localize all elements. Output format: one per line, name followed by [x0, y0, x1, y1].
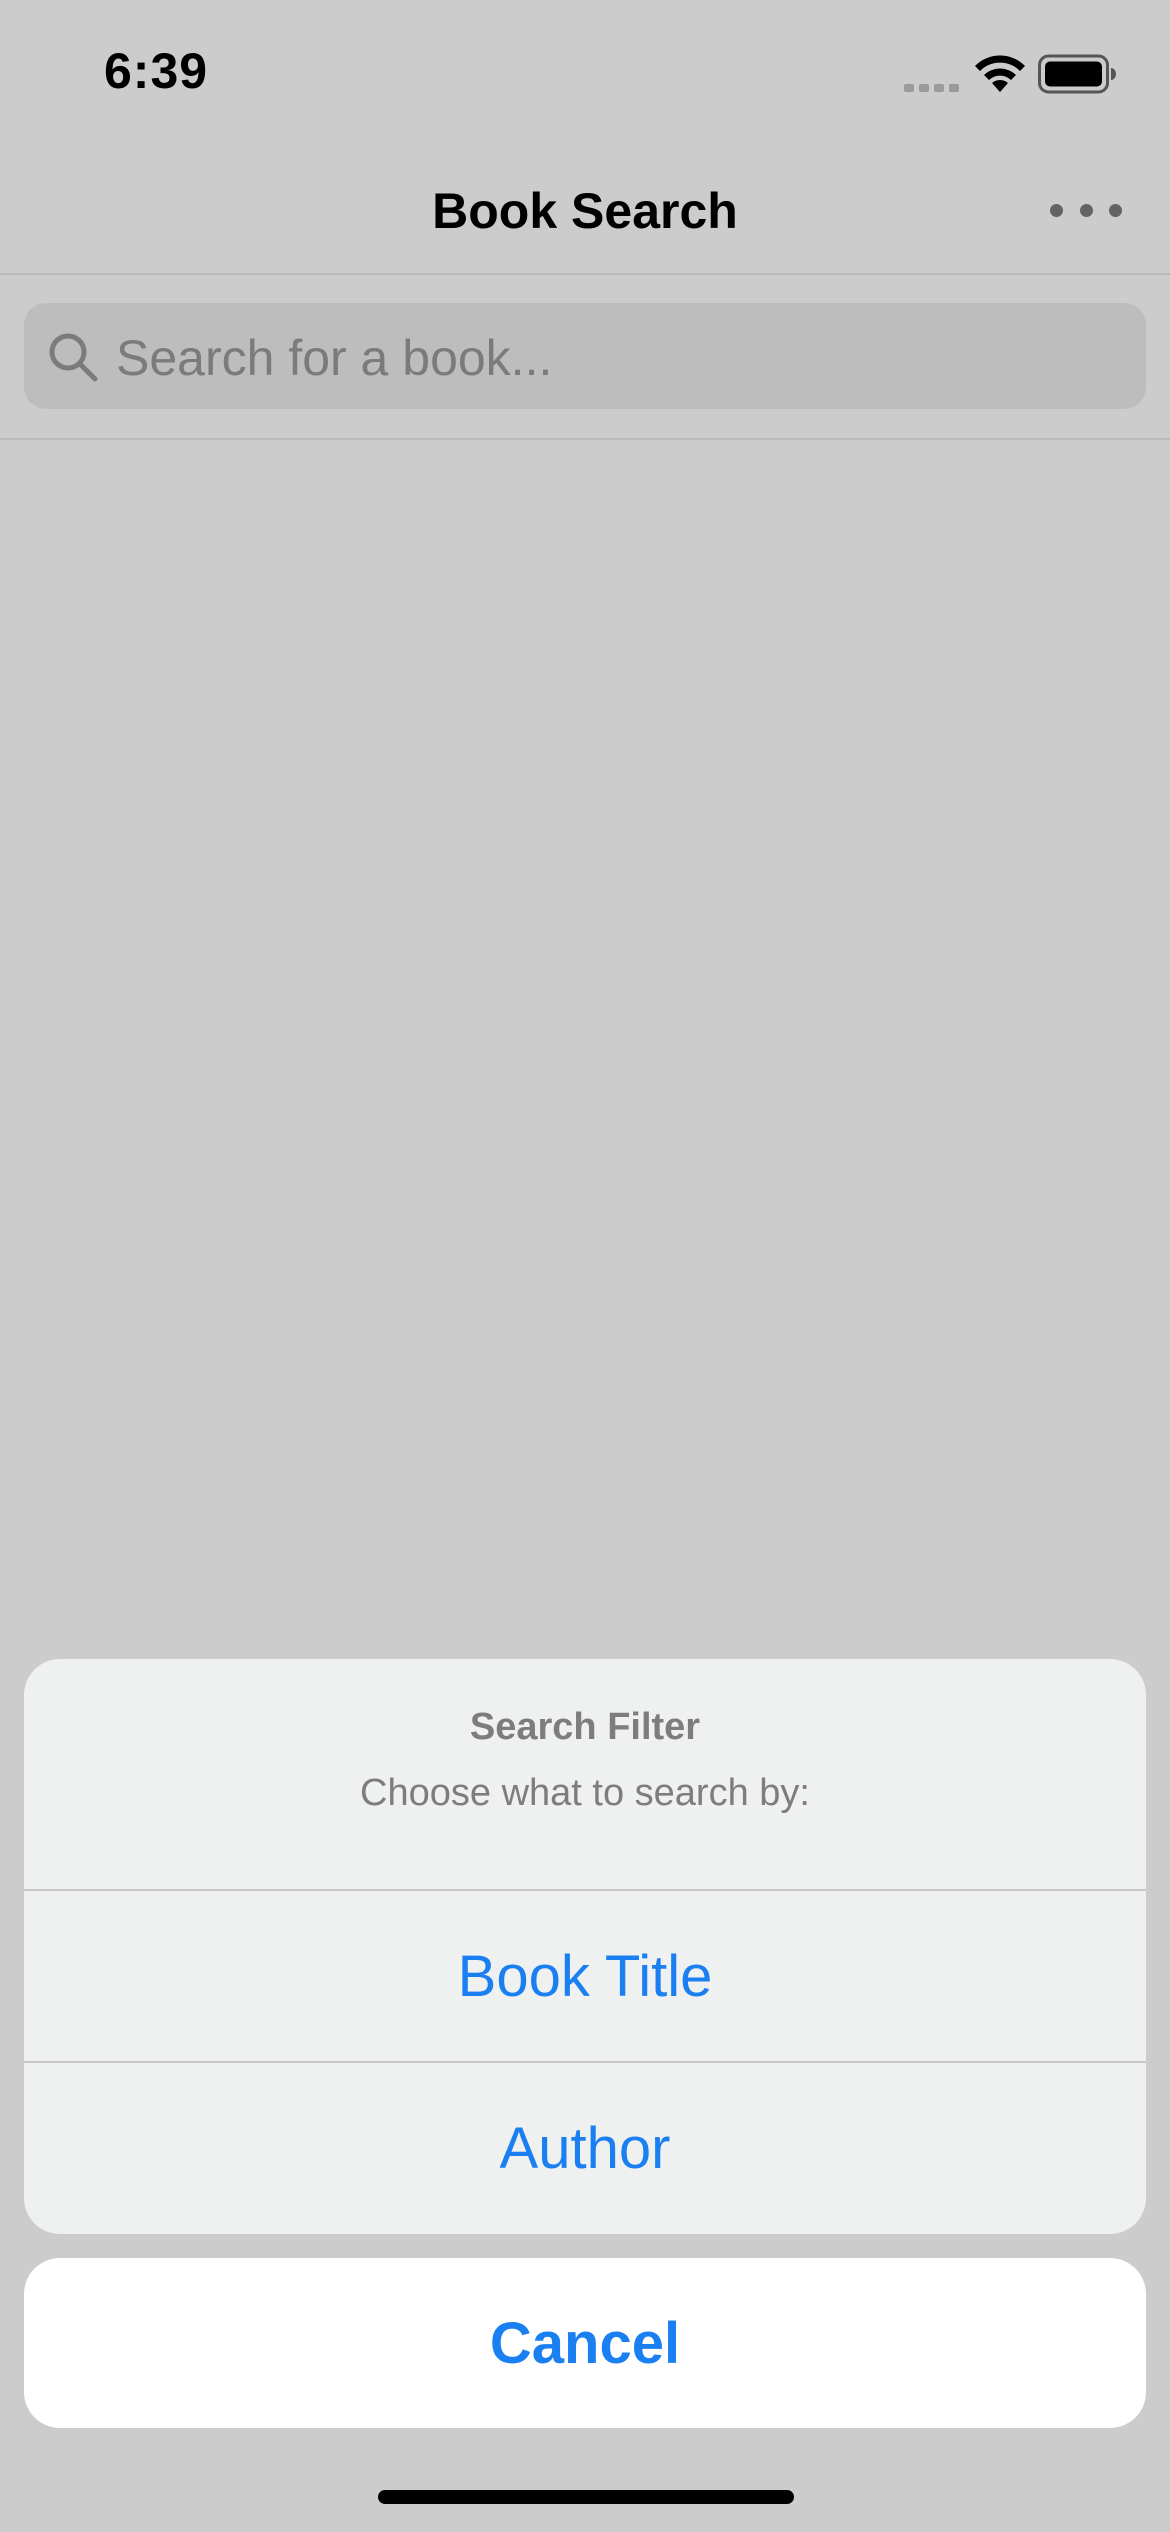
- ellipsis-icon-dot: [1109, 203, 1122, 217]
- page-title: Book Search: [432, 183, 738, 239]
- cancel-button[interactable]: Cancel: [24, 2258, 1146, 2428]
- action-sheet-title: Search Filter: [469, 1706, 701, 1748]
- ellipsis-icon: [1050, 203, 1063, 217]
- status-time: 6:39: [104, 43, 209, 99]
- action-sheet-header: Search Filter Choose what to search by:: [24, 1659, 1146, 1891]
- action-sheet: Search Filter Choose what to search by: …: [24, 1659, 1146, 2234]
- action-sheet-message: Choose what to search by:: [360, 1772, 810, 1814]
- search-bar-container: Search for a book...: [0, 275, 1170, 440]
- battery-icon: [1038, 54, 1116, 94]
- status-bar: 6:39: [0, 0, 1170, 140]
- ellipsis-icon-dot: [1079, 203, 1093, 217]
- wifi-icon: [975, 55, 1025, 92]
- search-input[interactable]: Search for a book...: [24, 303, 1146, 409]
- book-title-option[interactable]: Book Title: [24, 1891, 1146, 2063]
- navigation-bar: Book Search: [0, 140, 1170, 275]
- search-icon: [49, 333, 98, 382]
- author-option[interactable]: Author: [24, 2063, 1146, 2233]
- search-placeholder: Search for a book...: [116, 330, 553, 386]
- cellular-signal-icon: [904, 84, 959, 92]
- home-indicator[interactable]: [378, 2490, 794, 2504]
- more-options-button[interactable]: [1050, 190, 1122, 230]
